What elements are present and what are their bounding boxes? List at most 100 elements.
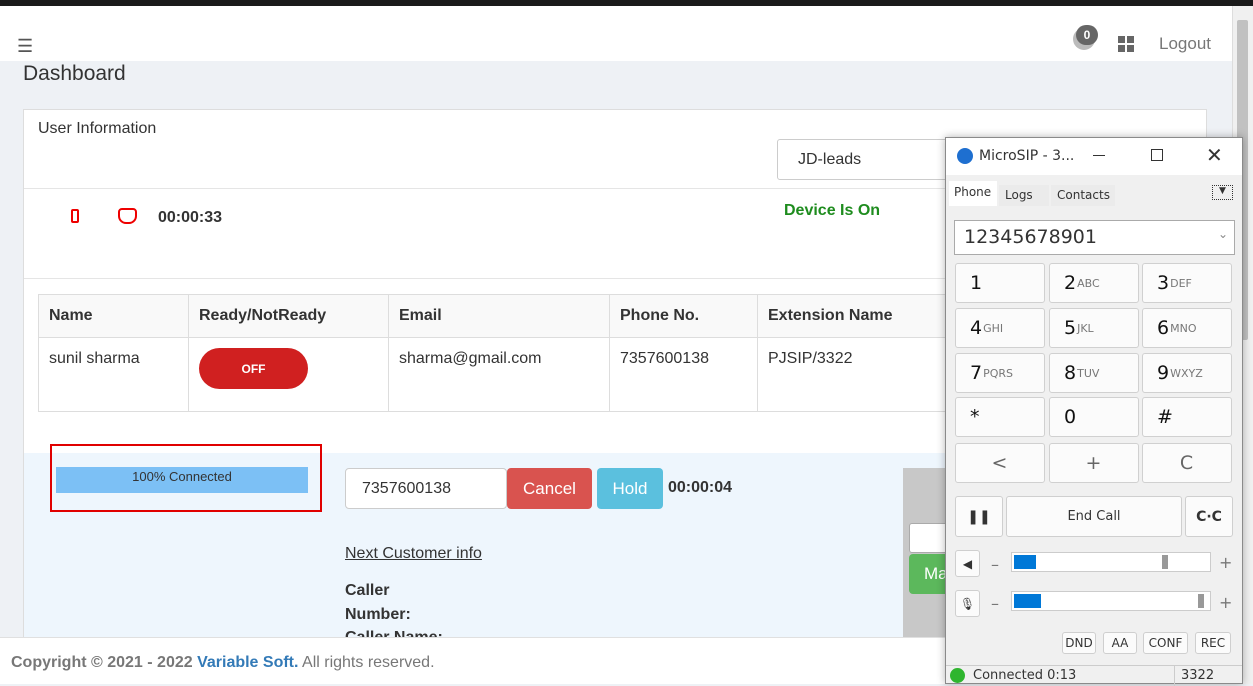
next-customer-link[interactable]: Next Customer info <box>345 545 482 563</box>
speaker-plus[interactable]: + <box>1219 553 1232 572</box>
tab-logs[interactable]: Logs <box>999 185 1049 206</box>
key-digit: 2 <box>1064 272 1077 294</box>
mic-slider-knob[interactable] <box>1198 594 1205 608</box>
speaker-volume-slider[interactable] <box>1011 552 1211 572</box>
aa-button[interactable]: AA <box>1103 632 1137 654</box>
dialpad-key[interactable]: 1 <box>955 263 1045 303</box>
mic-plus[interactable]: + <box>1219 593 1232 612</box>
key-letters: TUV <box>1077 366 1100 380</box>
dialpad-key[interactable]: 2 ABC <box>1049 263 1139 303</box>
ready-toggle[interactable]: OFF <box>199 348 308 389</box>
dialpad-key[interactable]: 7 PQRS <box>955 353 1045 393</box>
notification-badge: 0 <box>1076 25 1098 45</box>
card-title: User Information <box>38 120 157 137</box>
col-phone: Phone No. <box>609 294 758 338</box>
rec-button[interactable]: REC <box>1195 632 1231 654</box>
copyright-text: Copyright © 2021 - 2022 <box>11 654 198 671</box>
company-link[interactable]: Variable Soft. <box>197 654 298 671</box>
mic-volume-slider[interactable] <box>1011 591 1211 611</box>
dialpad-key[interactable]: # <box>1142 397 1232 437</box>
dial-input[interactable]: 12345678901 ⌄ <box>954 220 1235 255</box>
rights-text: All rights reserved. <box>298 654 435 671</box>
mic-level <box>1014 594 1042 608</box>
key-digit: < <box>991 452 1008 474</box>
transfer-icon[interactable]: C·C <box>1185 496 1233 537</box>
conf-button[interactable]: CONF <box>1143 632 1188 654</box>
device-status: Device Is On <box>784 202 881 219</box>
key-digit: 7 <box>970 362 983 384</box>
dialpad-key[interactable]: 0 <box>1049 397 1139 437</box>
speaker-slider-knob[interactable] <box>1161 555 1168 569</box>
key-letters: WXYZ <box>1170 366 1203 380</box>
connection-status: Connected 0:13 <box>973 668 1077 683</box>
microsip-logo-icon <box>957 148 973 164</box>
dialpad-key[interactable]: + <box>1049 443 1139 483</box>
dnd-button[interactable]: DND <box>1062 632 1096 654</box>
key-digit: + <box>1085 452 1102 474</box>
tab-phone[interactable]: Phone <box>949 181 997 206</box>
mobile-icon[interactable] <box>71 209 79 223</box>
key-letters: GHI <box>983 321 1004 335</box>
speaker-level <box>1014 555 1036 569</box>
microphone-icon[interactable]: 🎙 <box>955 590 980 617</box>
status-bar: Connected 0:13 3322 <box>946 665 1242 686</box>
account-extension: 3322 <box>1174 666 1220 686</box>
col-email: Email <box>388 294 610 338</box>
dialpad-key[interactable]: < <box>955 443 1045 483</box>
minimize-icon[interactable] <box>1093 155 1105 156</box>
dialpad-key[interactable]: 3 DEF <box>1142 263 1232 303</box>
hold-pause-button[interactable]: ❚❚ <box>955 496 1003 537</box>
cell-email: sharma@gmail.com <box>388 337 610 412</box>
top-navbar: ☰ 0 Logout <box>0 6 1232 61</box>
dialpad-key[interactable]: 5 JKL <box>1049 308 1139 348</box>
col-ready: Ready/NotReady <box>188 294 389 338</box>
key-digit: 4 <box>970 317 983 339</box>
cancel-button[interactable]: Cancel <box>507 468 592 509</box>
close-icon[interactable]: ✕ <box>1206 143 1223 167</box>
logout-link[interactable]: Logout <box>1159 34 1211 54</box>
hamburger-icon[interactable]: ☰ <box>17 37 33 55</box>
session-timer: 00:00:33 <box>158 209 223 226</box>
dialpad-key[interactable]: C <box>1142 443 1232 483</box>
table-row: sunil sharma OFF sharma@gmail.com 735760… <box>38 337 1038 412</box>
key-letters: JKL <box>1077 321 1094 335</box>
end-call-button[interactable]: End Call <box>1006 496 1182 537</box>
dial-value: 12345678901 <box>964 226 1097 248</box>
chevron-down-icon[interactable]: ⌄ <box>1218 227 1228 241</box>
key-digit: 0 <box>1064 406 1077 428</box>
cell-name: sunil sharma <box>38 337 189 412</box>
key-digit: 5 <box>1064 317 1077 339</box>
cell-ready: OFF <box>188 337 389 412</box>
col-name: Name <box>38 294 189 338</box>
microsip-titlebar: MicroSIP - 3... ✕ <box>946 138 1242 175</box>
caller-number-label: Caller Number: <box>345 582 411 623</box>
dialpad-key[interactable]: * <box>955 397 1045 437</box>
key-digit: 8 <box>1064 362 1077 384</box>
dialpad-key[interactable]: 6 MNO <box>1142 308 1232 348</box>
key-letters: ABC <box>1077 276 1100 290</box>
key-letters: MNO <box>1170 321 1197 335</box>
hand-stop-icon[interactable] <box>118 208 137 224</box>
user-table: Name Ready/NotReady Email Phone No. Exte… <box>38 294 1038 412</box>
grid-icon[interactable] <box>1118 36 1134 52</box>
mic-minus[interactable]: – <box>991 594 999 613</box>
key-digit: 9 <box>1157 362 1170 384</box>
dialpad-key[interactable]: 9 WXYZ <box>1142 353 1232 393</box>
window-title: MicroSIP - 3... <box>979 148 1075 164</box>
menu-dropdown-icon[interactable]: ▼ <box>1212 185 1233 200</box>
table-header-row: Name Ready/NotReady Email Phone No. Exte… <box>38 294 1038 338</box>
maximize-icon[interactable] <box>1151 149 1163 161</box>
connected-status-icon <box>950 668 965 683</box>
speaker-minus[interactable]: – <box>991 555 999 574</box>
speaker-icon[interactable]: ◀ <box>955 550 980 577</box>
tab-contacts[interactable]: Contacts <box>1051 185 1115 206</box>
dialpad-key[interactable]: 4 GHI <box>955 308 1045 348</box>
hold-button[interactable]: Hold <box>597 468 663 509</box>
key-digit: 6 <box>1157 317 1170 339</box>
key-letters: DEF <box>1170 276 1192 290</box>
campaign-select[interactable]: JD-leads <box>777 139 957 180</box>
dial-number-input[interactable]: 7357600138 <box>345 468 507 509</box>
dialpad-key[interactable]: 8 TUV <box>1049 353 1139 393</box>
call-timer: 00:00:04 <box>668 479 733 496</box>
call-progress-bar: 100% Connected <box>56 467 308 493</box>
